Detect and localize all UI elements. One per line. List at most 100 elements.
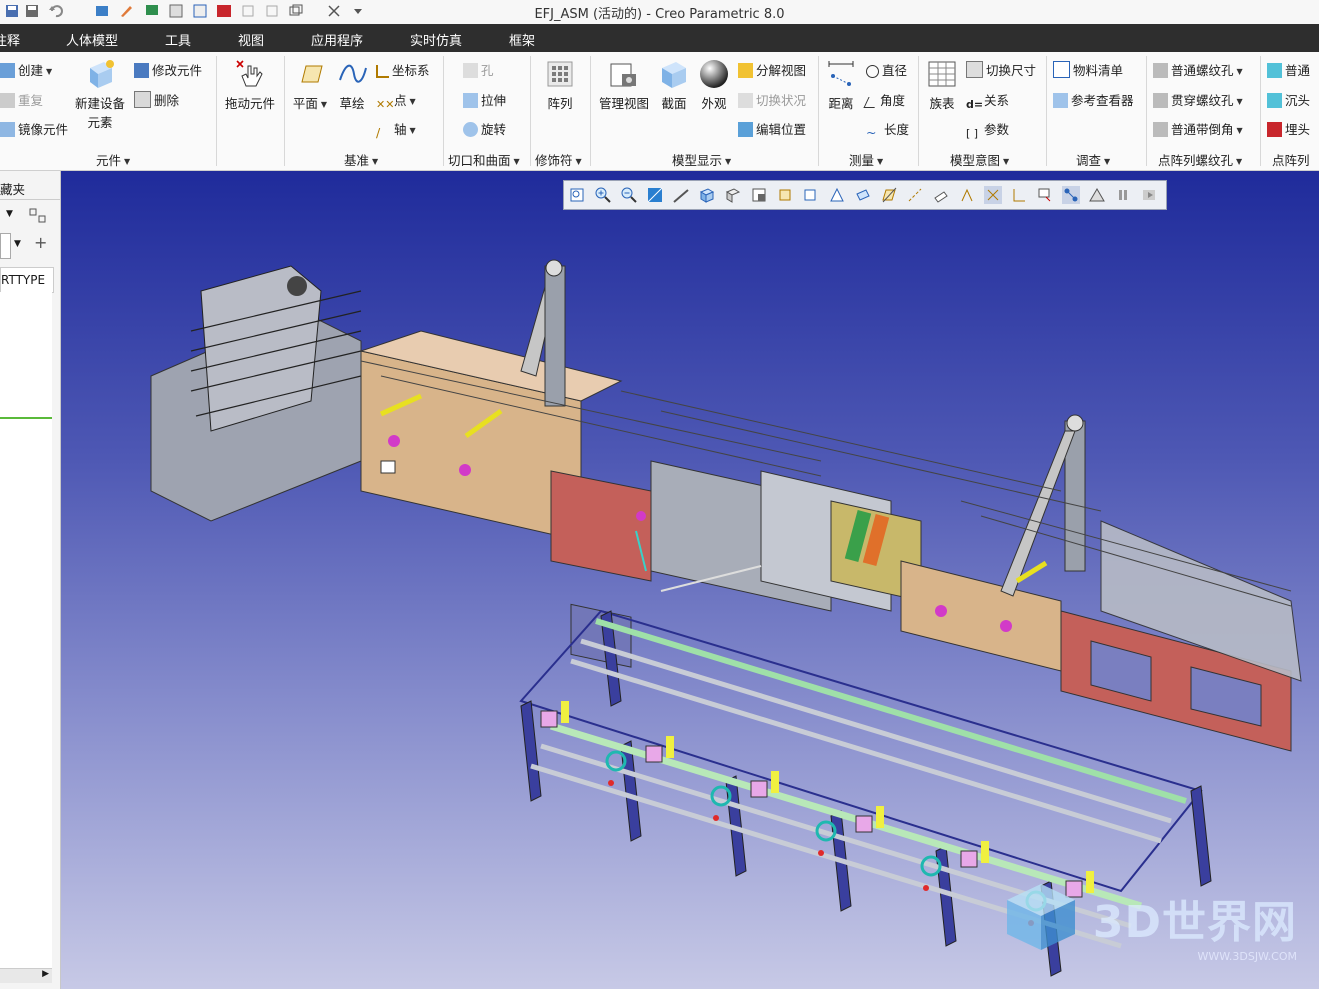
tab-tools[interactable]: 工具 bbox=[165, 30, 191, 49]
group-label-thread-pattern[interactable]: 点阵列螺纹孔 ▼ bbox=[1158, 150, 1242, 169]
filter-dropdown-arrow[interactable]: ▼ bbox=[14, 239, 21, 249]
perspective-icon[interactable] bbox=[672, 186, 690, 204]
column-header[interactable]: RTTYPE bbox=[0, 267, 54, 293]
zoom-out-icon[interactable] bbox=[620, 186, 638, 204]
chamfer-hole-button[interactable]: 普通带倒角 ▼ bbox=[1153, 119, 1243, 138]
create-button[interactable]: 创建 ▼ bbox=[0, 60, 52, 79]
spin-center-display-icon[interactable] bbox=[984, 186, 1002, 204]
pause-icon[interactable] bbox=[1114, 186, 1132, 204]
tree-end-marker bbox=[0, 417, 52, 419]
display-style-icon[interactable] bbox=[698, 186, 716, 204]
toggle-state-button[interactable]: 切换状况 bbox=[738, 90, 806, 109]
zoom-in-icon[interactable] bbox=[594, 186, 612, 204]
datum-display-icon[interactable] bbox=[854, 186, 872, 204]
csys-button[interactable]: 坐标系 bbox=[376, 60, 430, 79]
extrude-button[interactable]: 拉伸 bbox=[463, 90, 506, 109]
edit-position-button[interactable]: 编辑位置 bbox=[738, 119, 806, 138]
saved-orientations-icon[interactable] bbox=[724, 186, 742, 204]
appearance-button[interactable]: 外观 bbox=[694, 58, 734, 112]
group-label-model-display[interactable]: 模型显示 ▼ bbox=[672, 150, 731, 169]
hole-button[interactable]: 孔 bbox=[463, 60, 494, 79]
csys-toggle-icon[interactable] bbox=[1010, 186, 1028, 204]
through-thread-hole-button[interactable]: 贯穿螺纹孔 ▼ bbox=[1153, 90, 1243, 109]
appearance-toggle-icon[interactable] bbox=[1088, 186, 1106, 204]
mirror-component-button[interactable]: 镜像元件 bbox=[0, 119, 68, 138]
point-display-icon[interactable] bbox=[932, 186, 950, 204]
manage-views-button[interactable]: 管理视图 bbox=[594, 58, 654, 112]
plane-display-icon[interactable] bbox=[880, 186, 898, 204]
modify-component-button[interactable]: 修改元件 bbox=[134, 60, 202, 79]
tab-framework[interactable]: 框架 bbox=[509, 30, 535, 49]
graphics-viewport[interactable]: 3D世界网 WWW.3DSJW.COM bbox=[61, 171, 1319, 989]
reference-viewer-button[interactable]: 参考查看器 bbox=[1053, 90, 1134, 109]
window-title: EFJ_ASM (活动的) - Creo Parametric 8.0 bbox=[534, 7, 785, 22]
csys-display-icon[interactable] bbox=[958, 186, 976, 204]
filter-field[interactable] bbox=[0, 233, 11, 259]
section-view-icon[interactable] bbox=[776, 186, 794, 204]
explode-view-button[interactable]: 分解视图 bbox=[738, 60, 806, 79]
counterbore-button[interactable]: 沉头 bbox=[1267, 90, 1310, 109]
annotation-display-icon[interactable] bbox=[828, 186, 846, 204]
tab-human-model[interactable]: 人体模型 bbox=[66, 30, 118, 49]
group-label-investigate[interactable]: 调查 ▼ bbox=[1076, 150, 1110, 169]
relations-button[interactable]: d=关系 bbox=[966, 90, 1009, 113]
axis-display-icon[interactable] bbox=[906, 186, 924, 204]
horizontal-scrollbar[interactable]: ▶ bbox=[0, 968, 52, 983]
group-label-model-intent[interactable]: 模型意图 ▼ bbox=[950, 150, 1009, 169]
pattern-icon bbox=[547, 61, 573, 87]
spin-center-icon[interactable] bbox=[802, 186, 820, 204]
revolve-button[interactable]: 旋转 bbox=[463, 119, 506, 138]
diameter-button[interactable]: 直径 bbox=[866, 60, 907, 79]
angle-button[interactable]: 角度 bbox=[863, 90, 905, 109]
length-button[interactable]: ~ 长度 bbox=[866, 119, 909, 140]
distance-button[interactable]: 距离 bbox=[822, 58, 860, 112]
tab-live-simulation[interactable]: 实时仿真 bbox=[410, 30, 462, 49]
group-label-point-pattern[interactable]: 点阵列 bbox=[1272, 150, 1310, 169]
drag-component-button[interactable]: 拖动元件 bbox=[222, 58, 278, 112]
add-column-button[interactable]: + bbox=[34, 233, 47, 252]
standard-thread-hole-button[interactable]: 普通螺纹孔 ▼ bbox=[1153, 60, 1243, 79]
redo-button[interactable]: 重复 bbox=[0, 90, 43, 109]
delete-button[interactable]: 删除 bbox=[134, 90, 179, 109]
group-label-cut-surface[interactable]: 切口和曲面 ▼ bbox=[448, 150, 520, 169]
model-tree-list[interactable] bbox=[0, 292, 52, 982]
parameters-icon: [ ] bbox=[966, 127, 979, 140]
delete-icon bbox=[134, 91, 151, 108]
plane-button[interactable]: 平面 ▼ bbox=[288, 58, 332, 112]
favorites-header[interactable]: 藏夹 bbox=[0, 179, 25, 198]
group-label-measure[interactable]: 测量 ▼ bbox=[849, 150, 883, 169]
tab-view[interactable]: 视图 bbox=[238, 30, 264, 49]
section-button[interactable]: 截面 bbox=[656, 58, 692, 112]
switch-dimensions-button[interactable]: 切换尺寸 bbox=[966, 60, 1036, 79]
bill-of-materials-button[interactable]: 物料清单 bbox=[1053, 60, 1123, 79]
standard-hole-button[interactable]: 普通 bbox=[1267, 60, 1310, 79]
point-button[interactable]: ✕✕点 ▼ bbox=[376, 90, 416, 113]
separator bbox=[284, 56, 285, 166]
view-manager-icon[interactable] bbox=[750, 186, 768, 204]
tree-settings-icon[interactable] bbox=[28, 207, 48, 225]
pattern-button[interactable]: 阵列 bbox=[536, 58, 584, 112]
annotation-toggle-icon[interactable] bbox=[1036, 186, 1054, 204]
refit-icon[interactable] bbox=[568, 186, 586, 204]
assembly-model-view[interactable] bbox=[61, 171, 1319, 989]
group-label-component[interactable]: 元件 ▼ bbox=[96, 150, 130, 169]
group-label-modifiers[interactable]: 修饰符 ▼ bbox=[535, 150, 582, 169]
tree-dropdown-arrow[interactable]: ▼ bbox=[6, 209, 13, 219]
tab-annotate[interactable]: 注释 bbox=[0, 30, 20, 49]
new-device-icon bbox=[90, 60, 114, 88]
edit-position-icon bbox=[738, 122, 753, 137]
embed-button[interactable]: 埋头 bbox=[1267, 119, 1310, 138]
model-tree-toggle-icon[interactable] bbox=[1062, 186, 1080, 204]
repaint-icon[interactable] bbox=[646, 186, 664, 204]
family-table-button[interactable]: 族表 bbox=[922, 58, 962, 112]
group-label-datum[interactable]: 基准 ▼ bbox=[344, 150, 378, 169]
hole-icon bbox=[463, 63, 478, 78]
explode-view-icon bbox=[738, 63, 753, 78]
sketch-button[interactable]: 草绘 bbox=[334, 58, 370, 112]
parameters-button[interactable]: [ ] 参数 bbox=[966, 119, 1009, 142]
new-device-button[interactable]: 新建设备 元素 bbox=[70, 58, 130, 131]
ribbon-tabs: 注释 人体模型 工具 视图 应用程序 实时仿真 框架 bbox=[0, 24, 1319, 52]
axis-button[interactable]: / 轴 ▼ bbox=[376, 119, 416, 140]
playback-icon[interactable] bbox=[1140, 186, 1158, 204]
tab-applications[interactable]: 应用程序 bbox=[311, 30, 363, 49]
